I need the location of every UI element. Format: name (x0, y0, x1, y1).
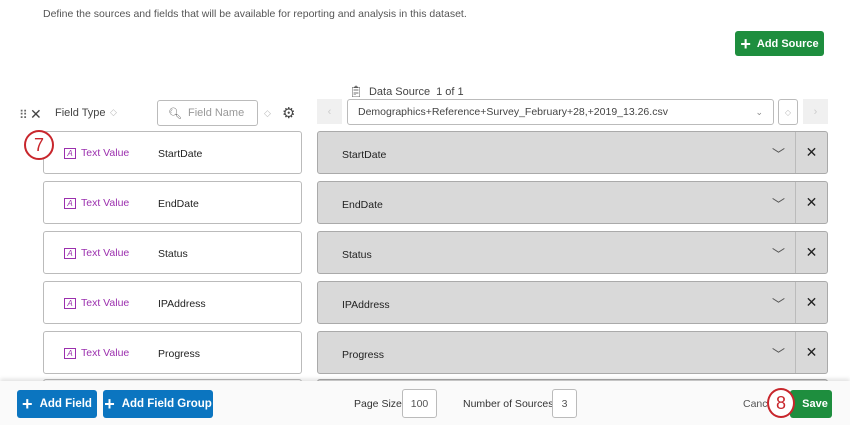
data-source-label: Data Source (368, 85, 431, 98)
chevron-down-icon: ⌄ (755, 106, 763, 117)
mapped-field: Status (342, 249, 372, 261)
save-button[interactable]: Save (790, 390, 832, 418)
chevron-down-icon[interactable]: ﹀ (772, 294, 785, 313)
search-icon: 🔍︎ (168, 107, 182, 120)
text-type-icon: A (64, 147, 76, 159)
text-type-icon: A (64, 197, 76, 209)
next-source-button[interactable]: › (803, 99, 828, 124)
field-row[interactable]: A Text Value Status (43, 231, 302, 274)
field-row[interactable]: A Text Value Progress (43, 331, 302, 374)
remove-icon[interactable]: ✕ (795, 332, 827, 373)
sort-source-button[interactable]: ◇ (778, 99, 798, 125)
text-type-icon: A (64, 347, 76, 359)
field-row[interactable]: A Text Value StartDate (43, 131, 302, 174)
plus-icon: + (104, 394, 115, 414)
field-type: Text Value (81, 147, 130, 159)
step-8-annotation: 8 (767, 388, 795, 418)
field-row[interactable]: A Text Value EndDate (43, 181, 302, 224)
field-type: Text Value (81, 297, 130, 309)
remove-icon[interactable]: ✕ (795, 282, 827, 323)
add-field-group-button[interactable]: + Add Field Group (103, 390, 213, 418)
text-type-icon: A (64, 297, 76, 309)
search-placeholder: Field Name (187, 107, 245, 119)
remove-icon[interactable]: ✕ (795, 182, 827, 223)
page-description: Define the sources and fields that will … (43, 8, 467, 20)
page-size-label: Page Size: (354, 398, 405, 410)
source-file-name: Demographics+Reference+Survey_February+2… (358, 106, 668, 118)
field-name: IPAddress (158, 298, 206, 310)
add-source-button[interactable]: + Add Source (735, 31, 824, 56)
field-type: Text Value (81, 347, 130, 359)
drag-handle-icon[interactable]: ⠿ (19, 108, 28, 122)
sort-icon[interactable]: ◇ (264, 108, 271, 119)
gear-icon[interactable]: ⚙ (282, 104, 295, 122)
add-source-label: Add Source (756, 37, 819, 50)
mapped-field: Progress (342, 349, 385, 361)
number-of-sources-label: Number of Sources: (463, 398, 557, 410)
chevron-down-icon[interactable]: ﹀ (772, 244, 785, 263)
field-name: StartDate (158, 148, 203, 160)
sort-icon[interactable]: ◇ (110, 107, 117, 118)
mapping-row[interactable]: Status ﹀ ✕ (317, 231, 828, 274)
mapping-row[interactable]: IPAddress ﹀ ✕ (317, 281, 828, 324)
field-type-header[interactable]: Field Type (55, 107, 106, 119)
close-icon[interactable]: ✕ (30, 106, 42, 123)
mapping-row[interactable]: StartDate ﹀ ✕ (317, 131, 828, 174)
remove-icon[interactable]: ✕ (795, 232, 827, 273)
source-file-select[interactable]: Demographics+Reference+Survey_February+2… (347, 99, 774, 125)
field-name: Progress (158, 348, 201, 360)
clipboard-icon: 📋︎ (349, 86, 363, 98)
add-field-button[interactable]: + Add Field (17, 390, 97, 418)
previous-source-button[interactable]: ‹ (317, 99, 342, 124)
step-7-annotation: 7 (24, 130, 54, 160)
field-name: Status (158, 248, 188, 260)
add-field-group-label: Add Field Group (121, 398, 212, 410)
field-row[interactable]: A Text Value IPAddress (43, 281, 302, 324)
text-type-icon: A (64, 247, 76, 259)
mapped-field: IPAddress (342, 299, 390, 311)
chevron-down-icon[interactable]: ﹀ (772, 194, 785, 213)
remove-icon[interactable]: ✕ (795, 132, 827, 173)
mapped-field: EndDate (342, 199, 383, 211)
field-type: Text Value (81, 197, 130, 209)
data-source-index: 1 of 1 (436, 85, 464, 98)
mapping-row[interactable]: EndDate ﹀ ✕ (317, 181, 828, 224)
chevron-down-icon[interactable]: ﹀ (772, 344, 785, 363)
mapping-row[interactable]: Progress ﹀ ✕ (317, 331, 828, 374)
number-of-sources-input[interactable]: 3 (552, 389, 577, 418)
plus-icon: + (22, 394, 33, 414)
data-source-title: 📋︎ Data Source 1 of 1 (349, 85, 464, 99)
field-name-search[interactable]: 🔍︎ Field Name (157, 100, 258, 126)
plus-icon: + (740, 33, 751, 54)
add-field-label: Add Field (39, 398, 92, 410)
field-type: Text Value (81, 247, 130, 259)
page-size-input[interactable]: 100 (402, 389, 437, 418)
mapped-field: StartDate (342, 149, 387, 161)
field-name: EndDate (158, 198, 199, 210)
chevron-down-icon[interactable]: ﹀ (772, 144, 785, 163)
